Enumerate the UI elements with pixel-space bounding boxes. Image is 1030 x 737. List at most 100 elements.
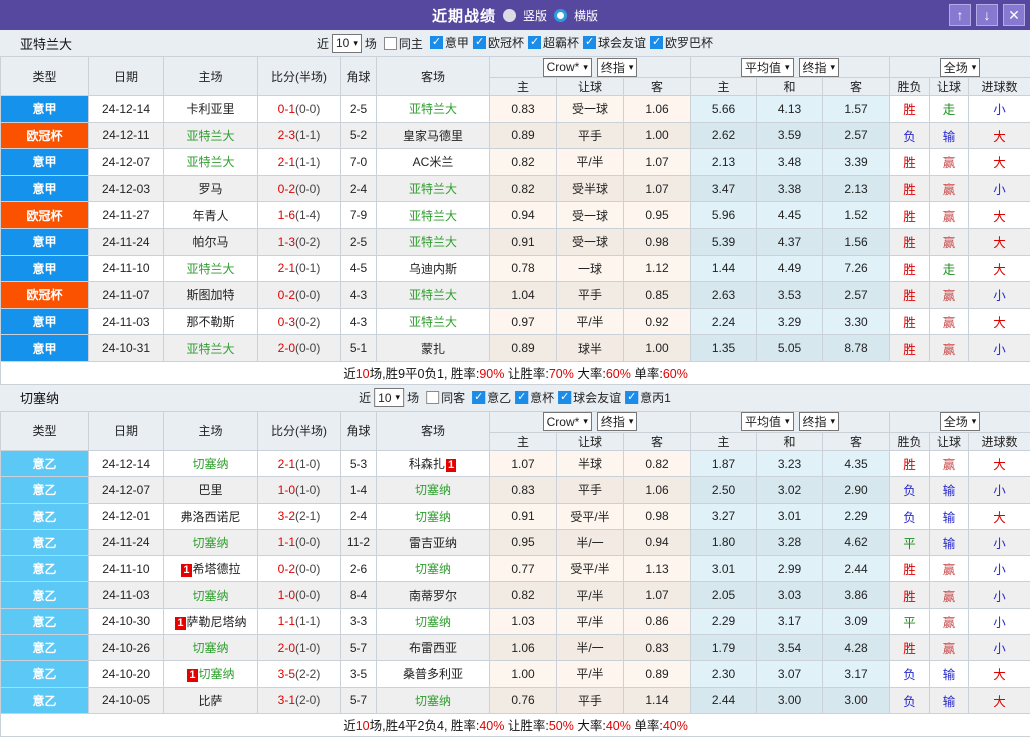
checkbox-icon[interactable]	[472, 391, 485, 404]
cell-league: 意乙	[1, 635, 89, 661]
cell-odds-handicap: 平/半	[557, 149, 624, 176]
cell-home-team: 斯图加特	[164, 282, 258, 309]
radio-horizontal-label[interactable]: 横版	[574, 7, 598, 24]
team-link: 年青人	[192, 209, 228, 223]
cell-odds-away: 1.06	[624, 96, 691, 123]
cell-odds-away: 1.00	[624, 335, 691, 362]
cell-away-team: 皇家马德里	[377, 122, 490, 149]
cell-corner: 5-1	[341, 335, 377, 362]
checkbox-icon[interactable]	[430, 36, 443, 49]
cell-avg-home: 1.80	[691, 529, 757, 555]
radio-vertical-label[interactable]: 竖版	[523, 7, 547, 24]
radio-horizontal-layout[interactable]	[554, 9, 567, 22]
cell-handicap-result: 走	[930, 96, 969, 123]
matches-table-cesena: 类型 日期 主场 比分(半场) 角球 客场 Crow*▾ 终指▾ 平均值▾ 终指…	[0, 411, 1030, 737]
cell-odds-handicap: 受一球	[557, 96, 624, 123]
scope-select[interactable]: 全场▾	[940, 58, 981, 77]
arrow-down-icon: ↓	[984, 5, 991, 25]
match-row: 意乙24-10-26切塞纳2-0(1-0)5-7布雷西亚1.06半/一0.831…	[1, 635, 1030, 661]
radio-vertical-layout[interactable]	[503, 9, 516, 22]
odds-stage-select[interactable]: 终指▾	[597, 58, 638, 77]
cell-goals-result: 小	[969, 608, 1030, 634]
close-button[interactable]: ✕	[1003, 4, 1025, 26]
cell-goals-result: 大	[969, 122, 1030, 149]
cell-score: 3-2(2-1)	[258, 503, 341, 529]
cell-avg-draw: 4.49	[757, 255, 823, 282]
league-filter-意丙1[interactable]: 意丙1	[625, 389, 671, 406]
cell-date: 24-12-14	[89, 96, 164, 123]
recent-count-select[interactable]: 10 ▾	[374, 388, 404, 407]
cell-odds-handicap: 平手	[557, 122, 624, 149]
cell-result: 胜	[890, 635, 930, 661]
cell-date: 24-10-26	[89, 635, 164, 661]
team-link: 那不勒斯	[186, 315, 234, 329]
league-filter-欧罗巴杯[interactable]: 欧罗巴杯	[650, 34, 713, 51]
cell-handicap-result: 赢	[930, 149, 969, 176]
match-row: 意甲24-10-31亚特兰大2-0(0-0)5-1蒙扎0.89球半1.001.3…	[1, 335, 1030, 362]
checkbox-icon[interactable]	[515, 391, 528, 404]
recent-count-select[interactable]: 10 ▾	[332, 34, 362, 53]
checkbox-icon[interactable]	[426, 391, 439, 404]
league-filter-意甲[interactable]: 意甲	[430, 34, 469, 51]
team-name: 切塞纳	[20, 388, 59, 407]
team-link: 布雷西亚	[409, 641, 457, 655]
checkbox-icon[interactable]	[583, 36, 596, 49]
cell-avg-away: 1.57	[823, 96, 890, 123]
average-select[interactable]: 平均值▾	[741, 58, 794, 77]
league-filter-意杯[interactable]: 意杯	[515, 389, 554, 406]
scope-select[interactable]: 全场▾	[940, 412, 981, 431]
cell-avg-draw: 3.54	[757, 635, 823, 661]
col-handicap-result: 让球	[930, 78, 969, 96]
same-venue-filter[interactable]: 同主	[384, 35, 423, 52]
move-up-button[interactable]: ↑	[949, 4, 971, 26]
cell-odds-away: 0.86	[624, 608, 691, 634]
cell-handicap-result: 赢	[930, 635, 969, 661]
bookmaker-select[interactable]: Crow*▾	[543, 58, 592, 77]
cell-date: 24-12-01	[89, 503, 164, 529]
checkbox-icon[interactable]	[473, 36, 486, 49]
league-filter-球会友谊[interactable]: 球会友谊	[583, 34, 646, 51]
match-row: 意甲24-12-07亚特兰大2-1(1-1)7-0AC米兰0.82平/半1.07…	[1, 149, 1030, 176]
odds-stage-select[interactable]: 终指▾	[597, 412, 638, 431]
cell-avg-away: 3.09	[823, 608, 890, 634]
checkbox-icon[interactable]	[625, 391, 638, 404]
same-venue-filter[interactable]: 同客	[426, 389, 465, 406]
average-stage-select[interactable]: 终指▾	[799, 58, 840, 77]
cell-avg-away: 2.13	[823, 175, 890, 202]
bookmaker-select[interactable]: Crow*▾	[543, 412, 592, 431]
cell-odds-away: 1.12	[624, 255, 691, 282]
close-icon: ✕	[1008, 5, 1020, 25]
cell-avg-away: 1.52	[823, 202, 890, 229]
league-filter-超霸杯[interactable]: 超霸杯	[528, 34, 579, 51]
team-link: 亚特兰大	[186, 342, 234, 356]
checkbox-icon[interactable]	[384, 37, 397, 50]
col-avg-draw: 和	[757, 432, 823, 450]
scope-group: 全场▾	[890, 57, 1030, 78]
cell-away-team: 南蒂罗尔	[377, 582, 490, 608]
cell-score: 0-2(0-0)	[258, 282, 341, 309]
bookmaker-odds-group: Crow*▾ 终指▾	[490, 57, 691, 78]
cell-avg-draw: 4.13	[757, 96, 823, 123]
team-link: 斯图加特	[186, 288, 234, 302]
col-score: 比分(半场)	[258, 411, 341, 450]
chevron-down-icon: ▾	[396, 392, 401, 403]
league-filters: 意甲欧冠杯超霸杯球会友谊欧罗巴杯	[426, 34, 713, 52]
checkbox-icon[interactable]	[558, 391, 571, 404]
cell-odds-handicap: 平手	[557, 687, 624, 713]
cell-goals-result: 大	[969, 687, 1030, 713]
match-row: 意乙24-12-07巴里1-0(1-0)1-4切塞纳0.83平手1.062.50…	[1, 477, 1030, 503]
team-link: 南蒂罗尔	[409, 589, 457, 603]
match-row: 意乙24-12-01弗洛西诺尼3-2(2-1)2-4切塞纳0.91受平/半0.9…	[1, 503, 1030, 529]
league-filter-欧冠杯[interactable]: 欧冠杯	[473, 34, 524, 51]
cell-home-team: 1希塔德拉	[164, 556, 258, 582]
league-filter-意乙[interactable]: 意乙	[472, 389, 511, 406]
average-select[interactable]: 平均值▾	[741, 412, 794, 431]
cell-handicap-result: 赢	[930, 556, 969, 582]
cell-odds-home: 0.89	[490, 122, 557, 149]
move-down-button[interactable]: ↓	[976, 4, 998, 26]
league-filter-球会友谊[interactable]: 球会友谊	[558, 389, 621, 406]
cell-corner: 2-5	[341, 96, 377, 123]
average-stage-select[interactable]: 终指▾	[799, 412, 840, 431]
checkbox-icon[interactable]	[528, 36, 541, 49]
checkbox-icon[interactable]	[650, 36, 663, 49]
